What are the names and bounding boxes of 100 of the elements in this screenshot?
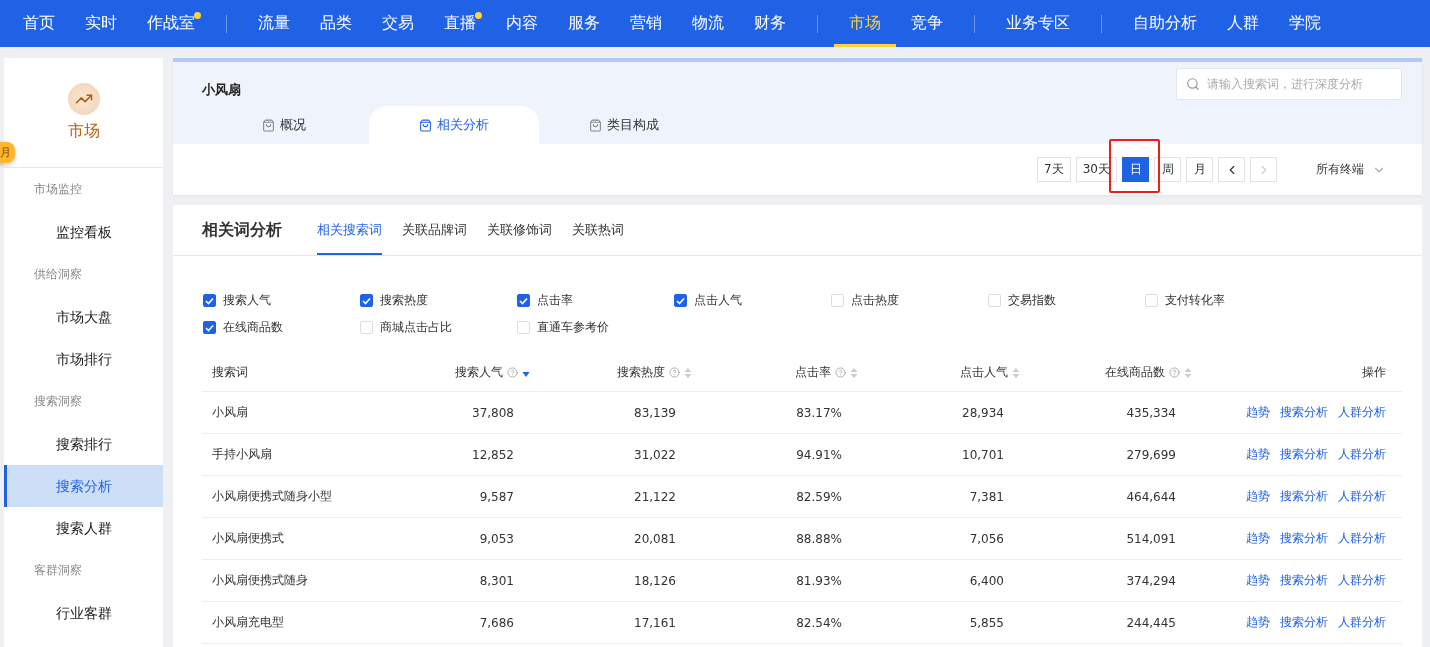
checkbox-label: 在线商品数 bbox=[223, 319, 283, 336]
column-header: 搜索词 bbox=[212, 364, 248, 381]
nav-item[interactable]: 实时 bbox=[70, 0, 132, 47]
date-range-button[interactable]: 月 bbox=[1186, 157, 1213, 182]
column-header: 操作 bbox=[1361, 364, 1387, 381]
sidebar-item[interactable]: 市场大盘 bbox=[4, 296, 163, 338]
keyword-title: 小风扇 bbox=[202, 81, 241, 99]
date-range-button[interactable]: 日 bbox=[1122, 157, 1149, 182]
shopping-bag-icon bbox=[262, 118, 275, 132]
table-cell-text: 82.59% bbox=[795, 489, 843, 504]
nav-item[interactable]: 学院 bbox=[1274, 0, 1336, 47]
checkbox[interactable] bbox=[360, 294, 373, 307]
table-cell-text: 小风扇便携式 bbox=[211, 530, 285, 547]
table-cell-text: 244,445 bbox=[1125, 615, 1177, 630]
checkbox[interactable] bbox=[203, 294, 216, 307]
action-link[interactable]: 趋势 bbox=[1246, 488, 1270, 505]
help-icon[interactable] bbox=[507, 367, 518, 378]
action-link[interactable]: 搜索分析 bbox=[1280, 530, 1328, 547]
next-button[interactable] bbox=[1250, 157, 1277, 182]
table-cell-text: 83,139 bbox=[633, 405, 677, 420]
action-link[interactable]: 人群分析 bbox=[1338, 488, 1386, 505]
action-link[interactable]: 趋势 bbox=[1246, 614, 1270, 631]
table-cell-text: 6,400 bbox=[968, 573, 1005, 588]
side-tag[interactable]: 月 bbox=[0, 142, 15, 163]
nav-item[interactable]: 内容 bbox=[491, 0, 553, 47]
sidebar-item[interactable]: 搜索排行 bbox=[4, 423, 163, 465]
tab[interactable]: 类目构成 bbox=[539, 106, 709, 144]
table-cell-text: 374,294 bbox=[1125, 573, 1177, 588]
date-range-button[interactable]: 7天 bbox=[1037, 157, 1071, 182]
nav-item[interactable]: 人群 bbox=[1212, 0, 1274, 47]
sidebar-title: 市场 bbox=[67, 121, 100, 142]
table-cell-text: 81.93% bbox=[795, 573, 843, 588]
terminal-dropdown[interactable]: 所有终端 bbox=[1310, 160, 1392, 179]
table-cell-text: 21,122 bbox=[633, 489, 677, 504]
nav-item[interactable]: 流量 bbox=[243, 0, 305, 47]
table-cell-text: 5,855 bbox=[968, 615, 1005, 630]
sidebar-item[interactable]: 搜索人群 bbox=[4, 507, 163, 549]
nav-item[interactable]: 物流 bbox=[677, 0, 739, 47]
sort-icon[interactable] bbox=[1012, 366, 1020, 379]
nav-item[interactable]: 首页 bbox=[8, 0, 70, 47]
nav-item[interactable]: 自助分析 bbox=[1118, 0, 1212, 47]
action-link[interactable]: 人群分析 bbox=[1338, 446, 1386, 463]
sort-icon[interactable] bbox=[684, 366, 692, 379]
tab[interactable]: 相关分析 bbox=[369, 106, 539, 144]
table-cell-text: 279,699 bbox=[1125, 447, 1177, 462]
nav-item[interactable]: 直播 bbox=[429, 0, 491, 47]
table-cell-text: 514,091 bbox=[1125, 531, 1177, 546]
action-link[interactable]: 趋势 bbox=[1246, 446, 1270, 463]
action-link[interactable]: 趋势 bbox=[1246, 404, 1270, 421]
nav-item[interactable]: 财务 bbox=[739, 0, 801, 47]
date-range-button[interactable]: 30天 bbox=[1075, 157, 1117, 182]
checkbox[interactable] bbox=[674, 294, 687, 307]
nav-item[interactable]: 作战室 bbox=[132, 0, 210, 47]
checkbox[interactable] bbox=[517, 294, 530, 307]
nav-item[interactable]: 服务 bbox=[553, 0, 615, 47]
action-link[interactable]: 趋势 bbox=[1246, 572, 1270, 589]
tab[interactable]: 关联修饰词 bbox=[487, 205, 552, 255]
action-link[interactable]: 搜索分析 bbox=[1280, 404, 1328, 421]
sidebar-item[interactable]: 搜索分析 bbox=[4, 465, 163, 507]
trend-chart-icon bbox=[67, 83, 100, 115]
previous-button[interactable] bbox=[1218, 157, 1245, 182]
nav-item[interactable]: 品类 bbox=[305, 0, 367, 47]
nav-item[interactable]: 市场 bbox=[834, 0, 896, 47]
action-link[interactable]: 人群分析 bbox=[1338, 614, 1386, 631]
action-link[interactable]: 搜索分析 bbox=[1280, 614, 1328, 631]
table-cell-text: 手持小风扇 bbox=[211, 446, 273, 463]
tab[interactable]: 关联热词 bbox=[572, 205, 624, 255]
date-range-button[interactable]: 周 bbox=[1154, 157, 1181, 182]
checkbox[interactable] bbox=[203, 321, 216, 334]
nav-item[interactable]: 业务专区 bbox=[991, 0, 1085, 47]
help-icon[interactable] bbox=[835, 367, 846, 378]
column-header: 在线商品数 bbox=[1105, 364, 1165, 381]
help-icon[interactable] bbox=[1169, 367, 1180, 378]
table-cell-text: 8,301 bbox=[478, 573, 515, 588]
sort-icon[interactable] bbox=[1184, 366, 1192, 379]
table-cell-text: 小风扇 bbox=[211, 404, 249, 421]
help-icon[interactable] bbox=[669, 367, 680, 378]
tab[interactable]: 概况 bbox=[199, 106, 369, 144]
action-link[interactable]: 搜索分析 bbox=[1280, 446, 1328, 463]
table-cell-text: 12,852 bbox=[471, 447, 515, 462]
action-link[interactable]: 人群分析 bbox=[1338, 572, 1386, 589]
sort-icon[interactable] bbox=[850, 366, 858, 379]
table-cell-text: 18,126 bbox=[633, 573, 677, 588]
action-link[interactable]: 搜索分析 bbox=[1280, 488, 1328, 505]
sidebar-item[interactable]: 监控看板 bbox=[4, 211, 163, 253]
checkbox-label: 点击人气 bbox=[694, 292, 742, 309]
sidebar-item[interactable]: 行业客群 bbox=[4, 592, 163, 634]
checkbox-label: 商城点击占比 bbox=[380, 319, 452, 336]
action-link[interactable]: 人群分析 bbox=[1338, 530, 1386, 547]
action-link[interactable]: 人群分析 bbox=[1338, 404, 1386, 421]
action-link[interactable]: 趋势 bbox=[1246, 530, 1270, 547]
nav-item[interactable]: 交易 bbox=[367, 0, 429, 47]
sidebar-item[interactable]: 市场排行 bbox=[4, 338, 163, 380]
sidebar-heading: 供给洞察 bbox=[33, 266, 83, 283]
nav-item[interactable]: 竞争 bbox=[896, 0, 958, 47]
search-field[interactable]: 请输入搜索词，进行深度分析 bbox=[1176, 68, 1402, 100]
tab[interactable]: 相关搜索词 bbox=[317, 205, 382, 255]
tab[interactable]: 关联品牌词 bbox=[402, 205, 467, 255]
action-link[interactable]: 搜索分析 bbox=[1280, 572, 1328, 589]
nav-item[interactable]: 营销 bbox=[615, 0, 677, 47]
